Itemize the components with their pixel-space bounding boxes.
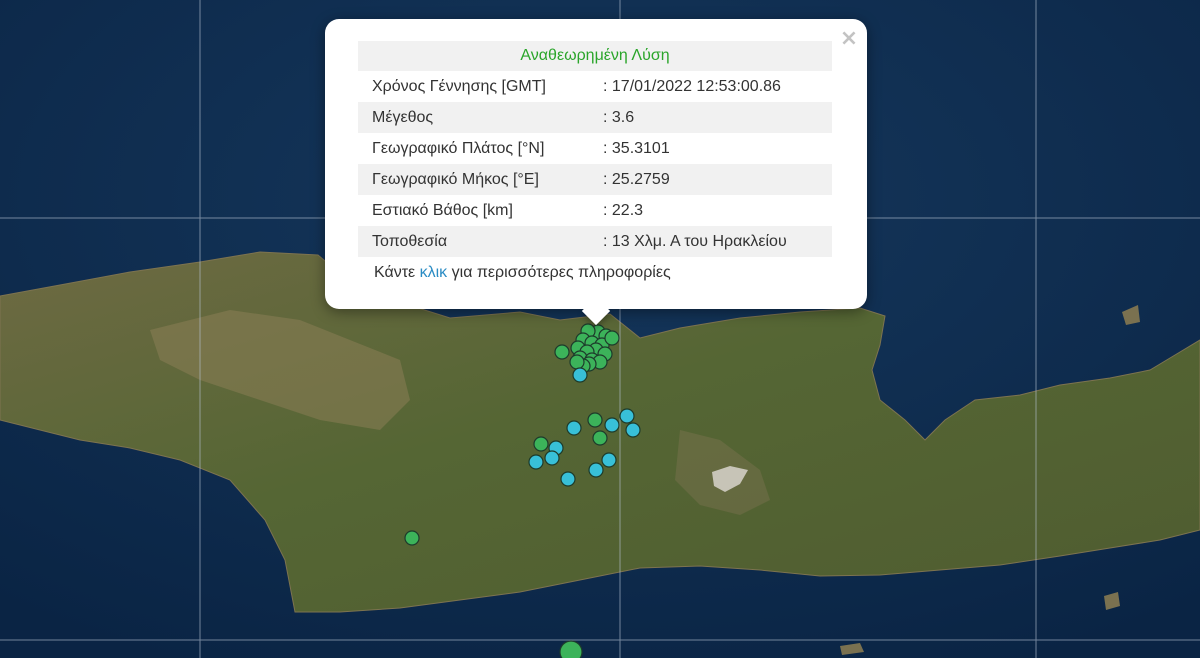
more-info-link[interactable]: κλικ xyxy=(420,264,448,281)
earthquake-marker[interactable] xyxy=(528,454,544,470)
earthquake-marker[interactable] xyxy=(554,344,570,360)
close-icon[interactable]: × xyxy=(836,26,862,52)
info-row-latitude: Γεωγραφικό Πλάτος [°N] : 35.3101 xyxy=(358,133,832,164)
footer-text-after: για περισσότερες πληροφορίες xyxy=(447,264,671,281)
earthquake-marker[interactable] xyxy=(533,436,549,452)
info-value: : 13 Χλμ. Α του Ηρακλείου xyxy=(603,233,787,250)
popup-info-table: Αναθεωρημένη Λύση Χρόνος Γέννησης [GMT] … xyxy=(358,41,832,288)
info-label: Μέγεθος xyxy=(372,109,434,126)
earthquake-marker[interactable] xyxy=(604,330,620,346)
earthquake-marker[interactable] xyxy=(592,430,608,446)
earthquake-marker[interactable] xyxy=(544,450,560,466)
info-label: Τοποθεσία xyxy=(372,233,448,250)
earthquake-marker[interactable] xyxy=(566,420,582,436)
earthquake-marker[interactable] xyxy=(572,367,588,383)
info-row-origin-time: Χρόνος Γέννησης [GMT] : 17/01/2022 12:53… xyxy=(358,71,832,102)
info-value: : 22.3 xyxy=(603,202,644,219)
info-label: Εστιακό Βάθος [km] xyxy=(372,202,513,219)
info-row-magnitude: Μέγεθος : 3.6 xyxy=(358,102,832,133)
earthquake-marker[interactable] xyxy=(601,452,617,468)
info-value: : 17/01/2022 12:53:00.86 xyxy=(603,78,781,95)
earthquake-marker[interactable] xyxy=(604,417,620,433)
info-row-depth: Εστιακό Βάθος [km] : 22.3 xyxy=(358,195,832,226)
earthquake-marker[interactable] xyxy=(625,422,641,438)
earthquake-marker[interactable] xyxy=(404,530,420,546)
info-value: : 3.6 xyxy=(603,109,635,126)
popup-tip-cover xyxy=(576,290,616,309)
satellite-map[interactable]: × Αναθεωρημένη Λύση Χρόνος Γέννησης [GMT… xyxy=(0,0,1200,658)
popup-footer: Κάντε κλικ για περισσότερες πληροφορίες xyxy=(358,257,832,288)
earthquake-marker[interactable] xyxy=(587,412,603,428)
info-value: : 25.2759 xyxy=(603,171,670,188)
earthquake-marker[interactable] xyxy=(560,471,576,487)
info-row-longitude: Γεωγραφικό Μήκος [°E] : 25.2759 xyxy=(358,164,832,195)
info-value: : 35.3101 xyxy=(603,140,670,157)
earthquake-marker[interactable] xyxy=(569,354,585,370)
footer-text-before: Κάντε xyxy=(374,264,420,281)
popup-title: Αναθεωρημένη Λύση xyxy=(358,41,832,71)
earthquake-marker-large[interactable] xyxy=(559,640,583,658)
info-label: Γεωγραφικό Πλάτος [°N] xyxy=(372,140,545,157)
info-label: Γεωγραφικό Μήκος [°E] xyxy=(372,171,539,188)
earthquake-marker[interactable] xyxy=(588,462,604,478)
earthquake-marker[interactable] xyxy=(619,408,635,424)
info-row-location: Τοποθεσία : 13 Χλμ. Α του Ηρακλείου xyxy=(358,226,832,257)
info-label: Χρόνος Γέννησης [GMT] xyxy=(372,78,546,95)
